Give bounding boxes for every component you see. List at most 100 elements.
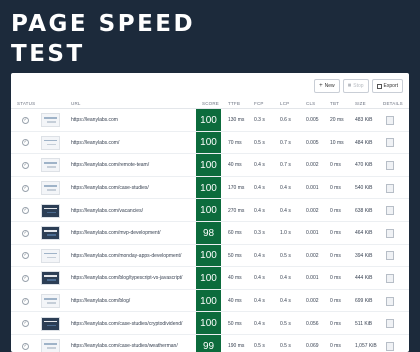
status-cell: ✓ xyxy=(22,335,29,352)
table-row[interactable]: ✓ https://leanylabs.com/blog/typescript-v… xyxy=(11,267,409,290)
score-cell: 100 xyxy=(200,114,217,126)
col-fcp[interactable]: FCP xyxy=(254,101,264,106)
thumbnail-cell xyxy=(41,154,60,177)
tbt-cell: 0 ms xyxy=(330,252,341,259)
url-cell[interactable]: https://leanylabs.com/monday-apps-develo… xyxy=(71,245,181,268)
col-url[interactable]: URL xyxy=(71,101,81,106)
url-cell[interactable]: https://leanylabs.com/vacancies/ xyxy=(71,199,143,222)
table-row[interactable]: ✓ https://leanylabs.com/remote-team/100 40… xyxy=(11,154,409,177)
col-tbt[interactable]: TBT xyxy=(330,101,339,106)
fcp-cell: 0.4 s xyxy=(254,252,265,259)
table-row[interactable]: ✓ https://leanylabs.com/mvp-development/9… xyxy=(11,222,409,245)
new-button[interactable]: + New xyxy=(314,79,340,93)
table-row[interactable]: ✓ https://leanylabs.com/monday-apps-devel… xyxy=(11,245,409,268)
url-cell[interactable]: https://leanylabs.com/blog/ xyxy=(71,290,130,313)
size-cell: 484 KiB xyxy=(355,139,373,146)
size-cell: 540 KiB xyxy=(355,185,373,192)
cls-cell: 0.001 xyxy=(306,185,319,192)
table-row[interactable]: ✓ https://leanylabs.com/blog/100 40 ms 0.4 … xyxy=(11,290,409,313)
tbt-cell: 0 ms xyxy=(330,230,341,237)
export-button[interactable]: Export xyxy=(371,79,403,93)
details-cell xyxy=(386,154,394,177)
thumbnail-cell xyxy=(41,290,60,313)
col-details[interactable]: DETAILS xyxy=(383,101,403,106)
status-cell: ✓ xyxy=(22,290,29,313)
cls-cell: 0.056 xyxy=(306,320,319,327)
lcp-cell: 0.5 s xyxy=(280,252,291,259)
page-thumbnail xyxy=(41,316,60,331)
cls-cell: 0.002 xyxy=(306,207,319,214)
document-icon[interactable] xyxy=(386,341,394,351)
lcp-cell: 0.5 s xyxy=(280,343,291,350)
col-score[interactable]: SCORE xyxy=(202,101,219,106)
score-cell: 100 xyxy=(200,205,217,217)
fcp-cell: 0.4 s xyxy=(254,320,265,327)
tbt-cell: 0 ms xyxy=(330,207,341,214)
url-cell[interactable]: https://leanylabs.com xyxy=(71,109,118,132)
table-row[interactable]: ✓ https://leanylabs.com/case-studies/100 1… xyxy=(11,177,409,200)
size-cell: 464 KiB xyxy=(355,230,373,237)
document-icon[interactable] xyxy=(386,228,394,238)
url-cell[interactable]: https://leanylabs.com/mvp-development/ xyxy=(71,222,161,245)
col-lcp[interactable]: LCP xyxy=(280,101,289,106)
ttfb-cell: 50 ms xyxy=(228,252,242,259)
check-circle-icon: ✓ xyxy=(22,161,29,169)
document-icon[interactable] xyxy=(386,206,394,216)
cls-cell: 0.002 xyxy=(306,298,319,305)
url-cell[interactable]: https://leanylabs.com/remote-team/ xyxy=(71,154,149,177)
check-circle-icon: ✓ xyxy=(22,116,29,124)
table-row[interactable]: ✓ https://leanylabs.com/100 70 ms 0.5 s 0.7 … xyxy=(11,132,409,155)
document-icon[interactable] xyxy=(386,296,394,306)
col-status[interactable]: STATUS xyxy=(17,101,35,106)
table-row[interactable]: ✓ https://leanylabs.com/case-studies/weat… xyxy=(11,335,409,352)
url-cell[interactable]: https://leanylabs.com/case-studies/weath… xyxy=(71,335,178,352)
page-thumbnail xyxy=(41,339,60,352)
ttfb-cell: 270 ms xyxy=(228,207,245,214)
score-cell: 100 xyxy=(200,295,217,307)
tbt-cell: 0 ms xyxy=(330,185,341,192)
toolbar: + New ■ Stop Export xyxy=(314,79,403,93)
document-icon[interactable] xyxy=(386,251,394,261)
thumbnail-cell xyxy=(41,132,60,155)
table-row[interactable]: ✓ https://leanylabs.com/case-studies/cryp… xyxy=(11,312,409,335)
details-cell xyxy=(386,335,394,352)
document-icon[interactable] xyxy=(386,115,394,125)
document-icon[interactable] xyxy=(386,160,394,170)
table-row[interactable]: ✓ https://leanylabs.com 100 130 ms 0.3 s 0.6 … xyxy=(11,109,409,132)
score-cell: 100 xyxy=(200,318,217,330)
stop-button[interactable]: ■ Stop xyxy=(342,79,369,93)
document-icon[interactable] xyxy=(386,183,394,193)
status-cell: ✓ xyxy=(22,312,29,335)
col-cls[interactable]: CLS xyxy=(306,101,315,106)
tbt-cell: 0 ms xyxy=(330,298,341,305)
col-size[interactable]: SIZE xyxy=(355,101,366,106)
ttfb-cell: 70 ms xyxy=(228,139,242,146)
status-cell: ✓ xyxy=(22,199,29,222)
lcp-cell: 0.4 s xyxy=(280,185,291,192)
status-cell: ✓ xyxy=(22,132,29,155)
tbt-cell: 0 ms xyxy=(330,343,341,350)
table-row[interactable]: ✓ https://leanylabs.com/vacancies/100 270 … xyxy=(11,199,409,222)
score-cell: 100 xyxy=(200,272,217,284)
page-thumbnail xyxy=(41,135,60,150)
page-title: PAGE SPEED TEST xyxy=(11,9,195,69)
ttfb-cell: 170 ms xyxy=(228,185,245,192)
cls-cell: 0.001 xyxy=(306,275,319,282)
tbt-cell: 20 ms xyxy=(330,117,344,124)
fcp-cell: 0.4 s xyxy=(254,275,265,282)
tbt-cell: 0 ms xyxy=(330,320,341,327)
lcp-cell: 0.7 s xyxy=(280,139,291,146)
check-circle-icon: ✓ xyxy=(22,297,29,305)
document-icon[interactable] xyxy=(386,138,394,148)
url-cell[interactable]: https://leanylabs.com/blog/typescript-vs… xyxy=(71,267,182,290)
url-cell[interactable]: https://leanylabs.com/ xyxy=(71,132,119,155)
url-cell[interactable]: https://leanylabs.com/case-studies/ xyxy=(71,177,149,200)
url-cell[interactable]: https://leanylabs.com/case-studies/crypt… xyxy=(71,312,182,335)
col-ttfb[interactable]: TTFB xyxy=(228,101,240,106)
details-cell xyxy=(386,109,394,132)
details-cell xyxy=(386,290,394,313)
document-icon[interactable] xyxy=(386,319,394,329)
page-thumbnail xyxy=(41,181,60,196)
document-icon[interactable] xyxy=(386,273,394,283)
page-thumbnail xyxy=(41,294,60,309)
